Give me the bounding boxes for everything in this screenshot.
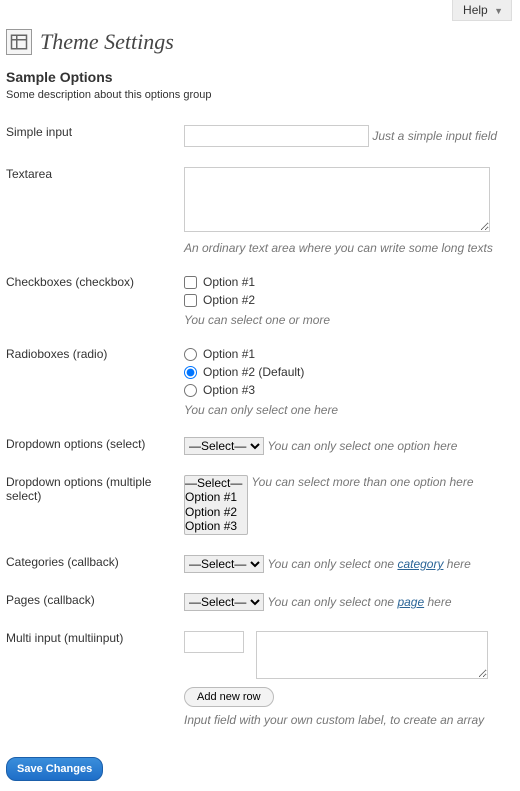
chevron-down-icon: ▼ bbox=[494, 6, 503, 16]
checkbox-option-2[interactable] bbox=[184, 294, 197, 307]
category-link[interactable]: category bbox=[397, 557, 443, 571]
radio-option-1-label: Option #1 bbox=[203, 347, 255, 361]
dropdown-select[interactable]: —Select— bbox=[184, 437, 264, 455]
simple-input[interactable] bbox=[184, 125, 369, 147]
multiinput-value[interactable] bbox=[256, 631, 488, 679]
dropdown-hint: You can only select one option here bbox=[267, 439, 457, 453]
options-form: Simple input Just a simple input field T… bbox=[0, 117, 520, 739]
pages-select[interactable]: —Select— bbox=[184, 593, 264, 611]
textarea-hint: An ordinary text area where you can writ… bbox=[184, 241, 514, 255]
radios-label: Radioboxes (radio) bbox=[0, 339, 178, 429]
radios-hint: You can only select one here bbox=[184, 403, 514, 417]
multiselect-select[interactable]: —Select— Option #1 Option #2 Option #3 bbox=[184, 475, 248, 535]
theme-settings-icon bbox=[6, 29, 32, 55]
add-row-button[interactable]: Add new row bbox=[184, 687, 274, 707]
checkbox-option-1[interactable] bbox=[184, 276, 197, 289]
radio-option-2-label: Option #2 (Default) bbox=[203, 365, 304, 379]
textarea-label: Textarea bbox=[0, 159, 178, 267]
pages-label: Pages (callback) bbox=[0, 585, 178, 623]
simple-input-label: Simple input bbox=[0, 117, 178, 159]
radio-option-3-label: Option #3 bbox=[203, 383, 255, 397]
section-description: Some description about this options grou… bbox=[0, 89, 520, 117]
categories-select[interactable]: —Select— bbox=[184, 555, 264, 573]
categories-hint: You can only select one category here bbox=[267, 557, 470, 571]
help-tab[interactable]: Help ▼ bbox=[452, 0, 512, 21]
pages-hint: You can only select one page here bbox=[267, 595, 451, 609]
radio-option-1[interactable] bbox=[184, 348, 197, 361]
simple-input-hint: Just a simple input field bbox=[372, 129, 497, 143]
multiinput-key[interactable] bbox=[184, 631, 244, 653]
help-label: Help bbox=[463, 3, 488, 17]
checkboxes-label: Checkboxes (checkbox) bbox=[0, 267, 178, 339]
page-header: Theme Settings bbox=[0, 21, 520, 59]
multiinput-hint: Input field with your own custom label, … bbox=[184, 713, 514, 727]
multiinput-label: Multi input (multiinput) bbox=[0, 623, 178, 739]
categories-label: Categories (callback) bbox=[0, 547, 178, 585]
checkbox-option-1-label: Option #1 bbox=[203, 275, 255, 289]
textarea-input[interactable] bbox=[184, 167, 490, 232]
dropdown-label: Dropdown options (select) bbox=[0, 429, 178, 467]
radio-option-3[interactable] bbox=[184, 384, 197, 397]
multiselect-hint: You can select more than one option here bbox=[251, 475, 473, 489]
multiselect-label: Dropdown options (multiple select) bbox=[0, 467, 178, 547]
radio-option-2[interactable] bbox=[184, 366, 197, 379]
save-changes-button[interactable]: Save Changes bbox=[6, 757, 103, 781]
page-title: Theme Settings bbox=[40, 29, 174, 55]
checkbox-option-2-label: Option #2 bbox=[203, 293, 255, 307]
page-link[interactable]: page bbox=[397, 595, 424, 609]
section-title: Sample Options bbox=[0, 59, 520, 89]
checkboxes-hint: You can select one or more bbox=[184, 313, 514, 327]
